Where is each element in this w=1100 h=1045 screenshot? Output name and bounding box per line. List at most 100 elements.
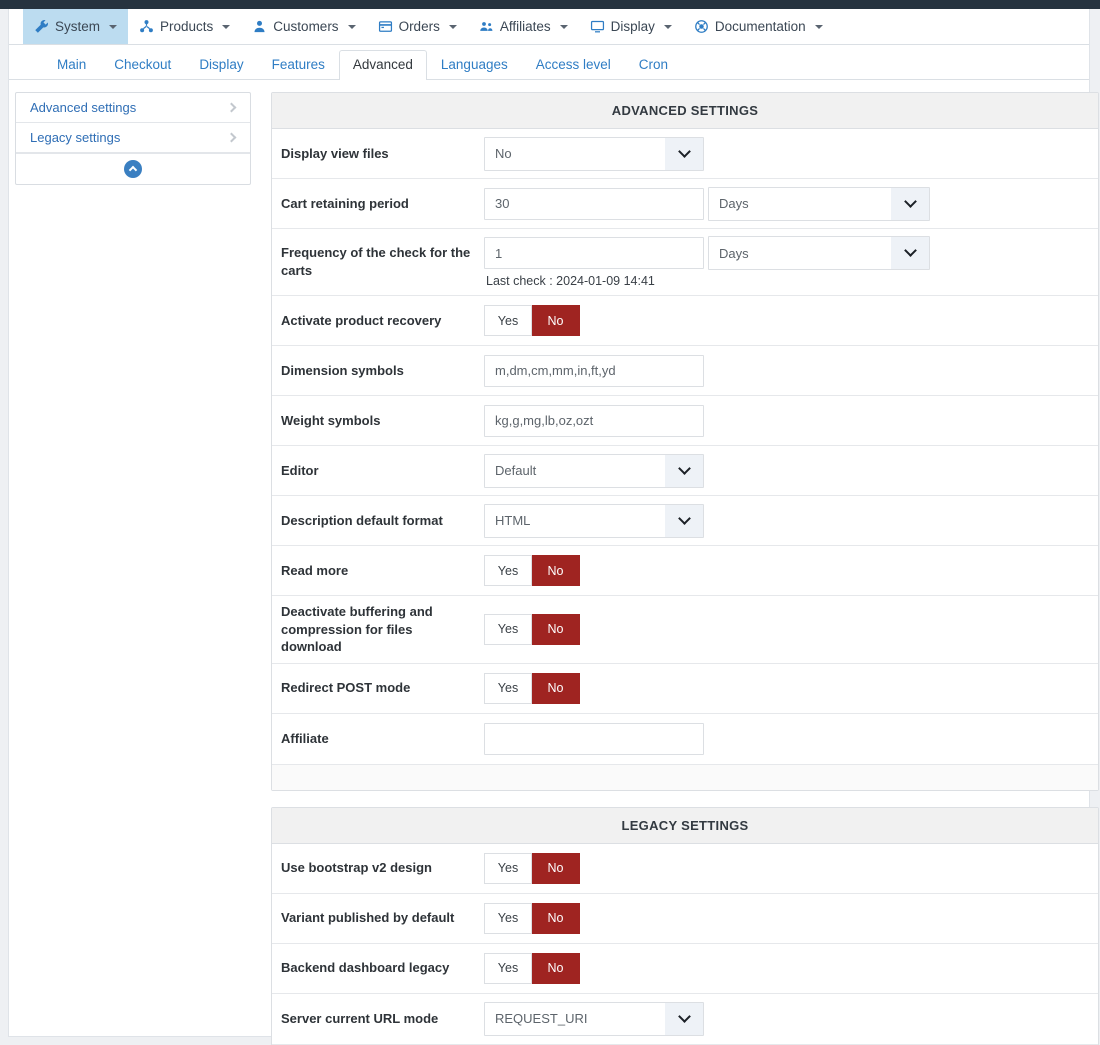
select-editor[interactable]: Default bbox=[484, 453, 704, 488]
app-window: System Products Customers Orders Affiliates D… bbox=[0, 0, 1100, 1045]
nav-item-label: Affiliates bbox=[499, 19, 551, 34]
select-unit-frequency-of-the-check-for-the-carts[interactable]: Days bbox=[708, 236, 930, 270]
field-line: HTML bbox=[484, 503, 1098, 538]
toggle-yes-option[interactable]: Yes bbox=[484, 613, 532, 645]
toggle-no-option[interactable]: No bbox=[532, 672, 580, 704]
select-value: HTML bbox=[495, 513, 531, 528]
sidebar-item-advanced-settings[interactable]: Advanced settings bbox=[16, 93, 250, 123]
chevron-down-icon[interactable] bbox=[891, 187, 929, 220]
chevron-down-icon bbox=[448, 24, 457, 29]
select-display-view-files[interactable]: No bbox=[484, 136, 704, 171]
row-field: Yes No bbox=[484, 305, 1098, 336]
chevron-down-icon[interactable] bbox=[665, 504, 703, 537]
sitemap-icon bbox=[139, 19, 154, 34]
toggle-no-option[interactable]: No bbox=[532, 305, 580, 336]
credit-card-icon bbox=[378, 19, 393, 34]
toggle-activate-product-recovery: Yes No bbox=[484, 305, 580, 336]
toggle-yes-option[interactable]: Yes bbox=[484, 902, 532, 934]
settings-row: Description default format HTML bbox=[272, 496, 1098, 546]
field-line: Yes No bbox=[484, 852, 1098, 884]
tab-advanced[interactable]: Advanced bbox=[338, 50, 427, 80]
input-affiliate[interactable] bbox=[484, 722, 704, 755]
row-label-deactivate-buffering-and-compression-for-files-download: Deactivate buffering and compression for… bbox=[281, 604, 433, 655]
input-frequency-of-the-check-for-the-carts[interactable] bbox=[484, 237, 704, 269]
wrench-icon bbox=[34, 19, 49, 34]
row-label-dimension-symbols: Dimension symbols bbox=[281, 362, 404, 378]
chevron-down-icon bbox=[663, 24, 672, 29]
field-line: Yes No bbox=[484, 902, 1098, 934]
settings-row: Server current URL mode REQUEST_URI bbox=[272, 994, 1098, 1044]
row-label-frequency-of-the-check-for-the-carts: Frequency of the check for the carts bbox=[281, 245, 471, 278]
tab-features[interactable]: Features bbox=[258, 50, 339, 80]
row-field: Yes No bbox=[484, 952, 1098, 984]
input-cart-retaining-period[interactable] bbox=[484, 187, 704, 220]
nav-item-products[interactable]: Products bbox=[128, 9, 241, 44]
chevron-down-icon[interactable] bbox=[665, 137, 703, 170]
chevron-down-icon[interactable] bbox=[665, 454, 703, 487]
top-accent-bar bbox=[0, 0, 1100, 9]
nav-item-documentation[interactable]: Documentation bbox=[683, 9, 834, 44]
chevron-down-icon bbox=[347, 24, 356, 29]
select-value: No bbox=[495, 146, 512, 161]
sidebar-collapse-button[interactable] bbox=[16, 153, 250, 184]
settings-row: Backend dashboard legacy Yes No bbox=[272, 944, 1098, 994]
field-line: Yes No bbox=[484, 672, 1098, 704]
toggle-yes-option[interactable]: Yes bbox=[484, 305, 532, 336]
sidebar-item-label: Advanced settings bbox=[30, 100, 137, 115]
nav-item-system[interactable]: System bbox=[23, 9, 129, 44]
row-field bbox=[484, 722, 1098, 755]
select-description-default-format[interactable]: HTML bbox=[484, 503, 704, 538]
chevron-down-icon bbox=[814, 24, 823, 29]
settings-row: Deactivate buffering and compression for… bbox=[272, 596, 1098, 664]
toggle-no-option[interactable]: No bbox=[532, 555, 580, 586]
tab-main[interactable]: Main bbox=[43, 50, 100, 80]
nav-item-display[interactable]: Display bbox=[579, 9, 683, 44]
chevron-right-icon bbox=[226, 102, 237, 113]
sidebar-item-legacy-settings[interactable]: Legacy settings bbox=[16, 123, 250, 153]
nav-item-orders[interactable]: Orders bbox=[367, 9, 468, 44]
settings-row: Activate product recovery Yes No bbox=[272, 296, 1098, 346]
toggle-yes-option[interactable]: Yes bbox=[484, 952, 532, 984]
input-dimension-symbols[interactable] bbox=[484, 354, 704, 387]
row-label-backend-dashboard-legacy: Backend dashboard legacy bbox=[281, 960, 450, 976]
tab-access-level[interactable]: Access level bbox=[522, 50, 625, 80]
field-line: Yes No bbox=[484, 555, 1098, 586]
nav-item-label: Products bbox=[160, 19, 214, 34]
row-field: Yes No bbox=[484, 555, 1098, 586]
toggle-no-option[interactable]: No bbox=[532, 952, 580, 984]
field-helper-text: Last check : 2024-01-09 14:41 bbox=[486, 274, 655, 288]
tab-cron[interactable]: Cron bbox=[625, 50, 682, 80]
row-field: Yes No bbox=[484, 902, 1098, 934]
row-field: Yes No bbox=[484, 613, 1098, 645]
select-value: REQUEST_URI bbox=[495, 1011, 588, 1027]
nav-item-label: Orders bbox=[398, 19, 440, 34]
toggle-yes-option[interactable]: Yes bbox=[484, 672, 532, 704]
row-label-display-view-files: Display view files bbox=[281, 145, 389, 161]
life-buoy-icon bbox=[694, 19, 709, 34]
tab-display[interactable]: Display bbox=[185, 50, 257, 80]
field-line: Yes No bbox=[484, 952, 1098, 984]
settings-row: Read more Yes No bbox=[272, 546, 1098, 596]
nav-item-affiliates[interactable]: Affiliates bbox=[468, 9, 579, 44]
input-weight-symbols[interactable] bbox=[484, 404, 704, 437]
tab-checkout[interactable]: Checkout bbox=[100, 50, 185, 80]
chevron-down-icon[interactable] bbox=[665, 1002, 703, 1035]
chevron-down-icon[interactable] bbox=[891, 237, 929, 269]
row-label-use-bootstrap-v2-design: Use bootstrap v2 design bbox=[281, 860, 432, 876]
field-line: Days bbox=[484, 236, 1098, 270]
toggle-yes-option[interactable]: Yes bbox=[484, 852, 532, 884]
toggle-no-option[interactable]: No bbox=[532, 902, 580, 934]
toggle-no-option[interactable]: No bbox=[532, 613, 580, 645]
nav-item-customers[interactable]: Customers bbox=[241, 9, 366, 44]
select-unit-cart-retaining-period[interactable]: Days bbox=[708, 186, 930, 221]
tab-languages[interactable]: Languages bbox=[427, 50, 522, 80]
settings-row: Variant published by default Yes No bbox=[272, 894, 1098, 944]
settings-row: Dimension symbols bbox=[272, 346, 1098, 396]
row-label-activate-product-recovery: Activate product recovery bbox=[281, 312, 442, 328]
row-label-description-default-format: Description default format bbox=[281, 512, 443, 528]
toggle-no-option[interactable]: No bbox=[532, 852, 580, 884]
row-field: Days bbox=[484, 186, 1098, 221]
toggle-yes-option[interactable]: Yes bbox=[484, 555, 532, 586]
main-navbar: System Products Customers Orders Affiliates D… bbox=[9, 9, 1089, 45]
select-server-current-url-mode[interactable]: REQUEST_URI bbox=[484, 1001, 704, 1036]
